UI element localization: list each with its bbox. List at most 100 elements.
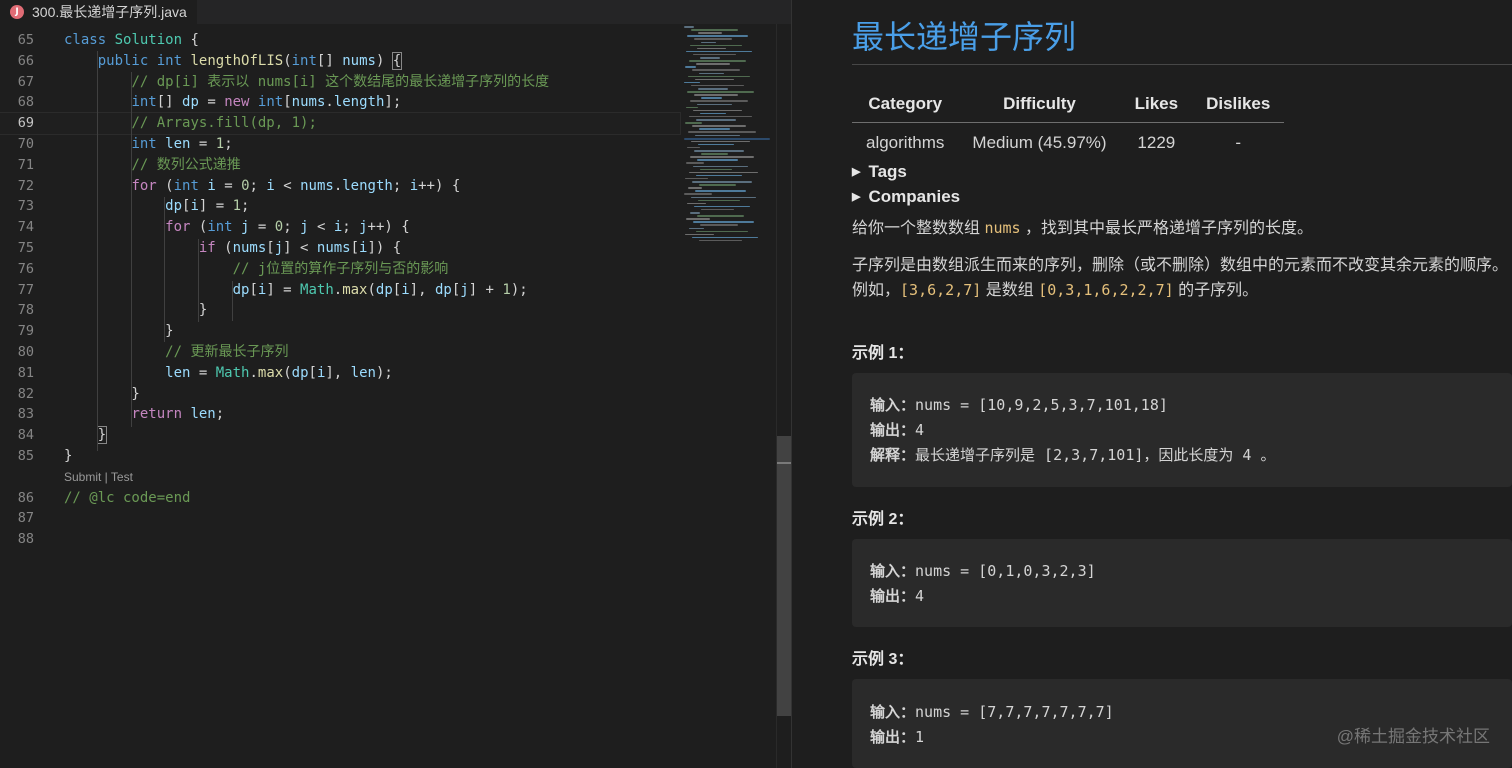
code-line[interactable]: 69 // Arrays.fill(dp, 1); <box>0 112 681 135</box>
code-token: j <box>300 219 309 236</box>
meta-header-dislikes: Dislikes <box>1192 86 1285 123</box>
minimap-line <box>686 218 710 220</box>
code-editor[interactable]: J 300.最长递增子序列.java 65 class Solution {66 … <box>0 0 792 768</box>
code-line[interactable]: 76 // j位置的算作子序列与否的影响 <box>0 259 680 280</box>
code-token: dp <box>165 198 183 215</box>
code-token: lengthOfLIS <box>190 52 284 69</box>
code-token: = <box>190 364 216 381</box>
code-token: new <box>224 94 250 111</box>
code-token: = <box>198 94 225 111</box>
code-text: // j位置的算作子序列与否的影响 <box>64 259 449 280</box>
input-label: 输入： <box>870 396 916 414</box>
example-input-row: 输入：nums = [10,9,2,5,3,7,101,18] <box>870 394 1168 415</box>
code-token: { <box>391 51 403 70</box>
code-line[interactable]: 81 len = Math.max(dp[i], len); <box>0 363 680 384</box>
minimap-line <box>696 230 748 233</box>
minimap-line <box>695 190 746 192</box>
minimap-line <box>699 72 724 74</box>
code-line[interactable]: 86 // @lc code=end <box>0 488 680 509</box>
minimap-line <box>697 159 738 161</box>
line-number: 67 <box>17 73 34 90</box>
code-token: . <box>333 281 343 298</box>
code-line[interactable]: 75 if (nums[j] < nums[i]) { <box>0 238 680 259</box>
code-token: ] = <box>198 198 233 215</box>
codelens-submit-test[interactable]: Submit | Test <box>64 467 133 488</box>
line-number: 68 <box>17 94 34 111</box>
code-line[interactable]: 70 int len = 1; <box>0 134 680 155</box>
code-token: // @lc code=end <box>64 489 191 506</box>
minimap-line <box>701 41 716 43</box>
code-token: . <box>325 94 334 111</box>
code-line[interactable]: 85} <box>0 446 680 467</box>
code-text: dp[i] = 1; <box>64 196 249 217</box>
editor-scrollbar[interactable] <box>776 24 791 768</box>
code-line[interactable]: 88 <box>0 529 680 550</box>
line-number: 74 <box>17 219 34 236</box>
code-line[interactable]: 77 dp[i] = Math.max(dp[i], dp[j] + 1); <box>0 280 680 301</box>
scrollbar-thumb[interactable] <box>777 436 791 716</box>
code-token: ( <box>156 177 174 194</box>
editor-tab[interactable]: J 300.最长递增子序列.java <box>0 0 197 24</box>
code-text: if (nums[j] < nums[i]) { <box>64 238 401 259</box>
code-token: return <box>131 406 183 423</box>
minimap-line <box>691 140 750 143</box>
code-text: for (int j = 0; j < i; j++) { <box>64 217 410 238</box>
meta-category: algorithms <box>866 133 945 152</box>
code-token: ; <box>215 406 225 423</box>
companies-toggle[interactable]: ▶ Companies <box>852 187 960 207</box>
minimap-line <box>689 60 746 62</box>
description-line-1: 给你一个整数数组 nums ，找到其中最长严格递增子序列的长度。 <box>852 214 1313 238</box>
code-line[interactable]: 79 } <box>0 321 680 342</box>
line-number: 73 <box>17 198 34 215</box>
minimap-line <box>690 100 748 102</box>
code-line[interactable]: 71 // 数列公式递推 <box>0 155 680 176</box>
code-text: public int lengthOfLIS(int[] nums) { <box>64 51 403 72</box>
code-line[interactable]: 83 return len; <box>0 404 680 425</box>
code-token: 1 <box>232 198 242 215</box>
minimap-line <box>693 165 748 167</box>
code-line[interactable]: 74 for (int j = 0; j < i; j++) { <box>0 217 680 238</box>
code-text: int len = 1; <box>64 134 232 155</box>
code-token: [ <box>350 239 360 256</box>
line-number: 72 <box>17 177 34 194</box>
description-line-3: 例如，[3,6,2,7] 是数组 [0,3,1,6,2,2,7] 的子序列。 <box>852 276 1258 300</box>
code-line[interactable]: 73 dp[i] = 1; <box>0 196 680 217</box>
code-token: j <box>460 281 469 298</box>
minimap-line <box>692 236 758 239</box>
code-line[interactable]: 67 // dp[i] 表示以 nums[i] 这个数结尾的最长递增子序列的长度 <box>0 72 680 93</box>
code-line[interactable]: 80 // 更新最长子序列 <box>0 342 680 363</box>
minimap-line <box>700 57 720 59</box>
example-output-row: 输出：4 <box>870 419 924 440</box>
line-number: 69 <box>17 115 34 132</box>
code-token: = <box>249 219 275 236</box>
code-line[interactable]: 68 int[] dp = new int[nums.length]; <box>0 92 680 113</box>
code-line[interactable]: 72 for (int i = 0; i < nums.length; i++)… <box>0 176 680 197</box>
code-line[interactable]: 84 } <box>0 425 680 446</box>
desc-text: 给你一个整数数组 <box>852 220 985 237</box>
output-label: 输出： <box>870 421 916 439</box>
code-line[interactable]: 82 } <box>0 384 680 405</box>
minimap-line <box>697 103 732 105</box>
codelens-actions[interactable]: Submit | Test <box>0 467 680 488</box>
code-line[interactable]: 78 } <box>0 300 680 321</box>
minimap-line <box>698 32 722 34</box>
example-input-row: 输入：nums = [0,1,0,3,2,3] <box>870 560 1096 581</box>
tags-toggle[interactable]: ▶ Tags <box>852 162 907 182</box>
line-number: 79 <box>17 323 34 340</box>
minimap-line <box>692 125 746 127</box>
code-token: dp <box>291 364 309 381</box>
code-token: [ <box>283 94 292 111</box>
code-area[interactable]: 65 class Solution {66 public int lengthOf… <box>0 30 681 550</box>
code-line[interactable]: 87 <box>0 508 680 529</box>
example-3-heading: 示例 3： <box>852 651 914 668</box>
line-number: 76 <box>17 260 34 277</box>
code-line[interactable]: 66 public int lengthOfLIS(int[] nums) { <box>0 51 680 72</box>
minimap-line <box>690 44 742 47</box>
tags-label: Tags <box>868 162 907 181</box>
minimap[interactable] <box>684 24 776 254</box>
code-line[interactable]: 65 class Solution { <box>0 30 680 51</box>
minimap-line <box>700 168 732 171</box>
